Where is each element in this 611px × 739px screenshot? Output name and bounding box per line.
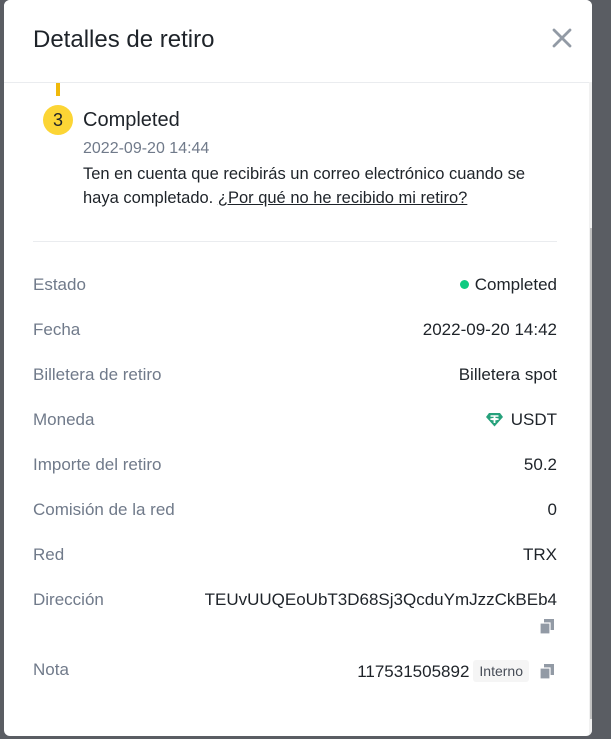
direccion-value: TEUvUUQEoUbT3D68Sj3QcduYmJzzCkBEb4 xyxy=(204,590,557,609)
copy-address-icon[interactable] xyxy=(540,619,554,634)
internal-tag: Interno xyxy=(473,660,529,682)
comision-label: Comisión de la red xyxy=(33,500,175,519)
fecha-label: Fecha xyxy=(33,320,81,339)
direccion-label: Dirección xyxy=(33,590,104,609)
detail-row-red: Red TRX xyxy=(33,545,557,569)
estado-value: Completed xyxy=(459,275,557,295)
detail-row-comision: Comisión de la red 0 xyxy=(33,500,557,524)
status-dot-icon xyxy=(459,280,469,289)
detail-row-fecha: Fecha 2022-09-20 14:42 xyxy=(33,320,557,344)
divider xyxy=(33,241,557,242)
dialog-header: Detalles de retiro xyxy=(4,0,592,83)
red-value: TRX xyxy=(523,545,557,564)
moneda-label: Moneda xyxy=(33,410,95,429)
withdrawal-details-dialog: Detalles de retiro 3 Completed 2022-09-2… xyxy=(4,0,592,736)
dialog-content: 3 Completed 2022-09-20 14:44 Ten en cuen… xyxy=(4,83,592,736)
detail-row-estado: Estado Completed xyxy=(33,275,557,299)
importe-label: Importe del retiro xyxy=(33,455,162,474)
moneda-text: USDT xyxy=(510,410,557,429)
close-icon[interactable] xyxy=(550,26,574,50)
tether-icon xyxy=(485,413,503,427)
fecha-value: 2022-09-20 14:42 xyxy=(422,320,557,339)
detail-row-nota: Nota 117531505892 Interno xyxy=(33,660,557,688)
nota-label: Nota xyxy=(33,660,69,679)
detail-row-importe: Importe del retiro 50.2 xyxy=(33,455,557,479)
nota-text: 117531505892 xyxy=(357,662,470,681)
scroll-up-arrow-icon[interactable] xyxy=(591,86,592,100)
importe-value: 50.2 xyxy=(523,455,557,474)
copy-note-icon[interactable] xyxy=(540,664,554,679)
step-title: Completed xyxy=(83,109,180,131)
estado-label: Estado xyxy=(33,275,86,294)
step-number-badge: 3 xyxy=(43,105,73,135)
step-description: Ten en cuenta que recibirás un correo el… xyxy=(83,162,553,210)
detail-row-billetera: Billetera de retiro Billetera spot xyxy=(33,365,557,389)
scrollbar-thumb[interactable] xyxy=(590,228,592,719)
why-not-received-link[interactable]: ¿Por qué no he recibido mi retiro? xyxy=(218,189,467,207)
nota-value: 117531505892 Interno xyxy=(357,660,557,682)
scroll-down-arrow-icon[interactable] xyxy=(591,720,592,734)
red-label: Red xyxy=(33,545,65,564)
moneda-value: USDT xyxy=(485,410,557,430)
detail-row-direccion: Dirección TEUvUUQEoUbT3D68Sj3QcduYmJzzCk… xyxy=(33,590,557,640)
step-connector xyxy=(56,83,60,96)
comision-value: 0 xyxy=(547,500,557,519)
billetera-label: Billetera de retiro xyxy=(33,365,162,384)
dialog-title: Detalles de retiro xyxy=(33,26,215,53)
estado-text: Completed xyxy=(474,275,557,294)
step-timestamp: 2022-09-20 14:44 xyxy=(83,140,210,157)
detail-row-moneda: Moneda USDT xyxy=(33,410,557,434)
billetera-value: Billetera spot xyxy=(458,365,557,384)
